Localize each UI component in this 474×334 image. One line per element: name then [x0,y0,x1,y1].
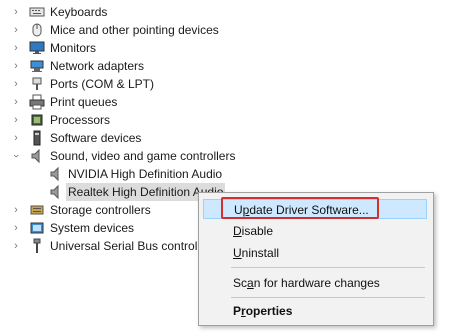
keyboard-icon [29,4,45,20]
chevron-right-icon[interactable]: › [10,39,22,57]
menu-item-label: Disable [233,224,274,238]
tree-item-label: Processors [50,113,111,127]
tree-item-monitors[interactable]: › Monitors [0,39,474,57]
menu-separator [231,267,425,268]
chevron-right-icon[interactable]: › [10,75,22,93]
tree-item-label: Print queues [50,95,118,109]
uninstall-menu-item[interactable]: Uninstall [203,243,427,263]
printer-icon [29,94,45,110]
chevron-right-icon[interactable]: › [10,3,22,21]
tree-item-label: Storage controllers [50,203,151,217]
chevron-right-icon[interactable]: › [10,111,22,129]
chevron-down-icon[interactable]: › [7,150,25,162]
tree-item-label: Software devices [50,131,142,145]
software-device-icon [29,130,45,146]
monitor-icon [29,40,45,56]
storage-controller-icon [29,202,45,218]
port-icon [29,76,45,92]
tree-item-label: NVIDIA High Definition Audio [68,167,223,181]
chevron-right-icon[interactable]: › [10,129,22,147]
tree-item-network-adapters[interactable]: › Network adapters [0,57,474,75]
usb-icon [29,238,45,254]
chevron-right-icon[interactable]: › [10,237,22,255]
tree-item-label: Keyboards [50,5,108,19]
tree-item-keyboards[interactable]: › Keyboards [0,3,474,21]
tree-item-nvidia-audio[interactable]: NVIDIA High Definition Audio [0,165,474,183]
tree-item-label: Monitors [50,41,97,55]
tree-item-label: Ports (COM & LPT) [50,77,155,91]
chevron-right-icon[interactable]: › [10,93,22,111]
tree-item-label: Universal Serial Bus controlle [50,239,207,253]
disable-menu-item[interactable]: Disable [203,221,427,241]
tree-item-label: Sound, video and game controllers [50,149,236,163]
speaker-icon [29,148,45,164]
network-adapter-icon [29,58,45,74]
tree-item-mice[interactable]: › Mice and other pointing devices [0,21,474,39]
processor-icon [29,112,45,128]
tree-item-label: System devices [50,221,135,235]
chevron-right-icon[interactable]: › [10,219,22,237]
tree-item-ports[interactable]: › Ports (COM & LPT) [0,75,474,93]
tree-item-print-queues[interactable]: › Print queues [0,93,474,111]
tree-item-processors[interactable]: › Processors [0,111,474,129]
menu-item-label: Scan for hardware changes [233,276,380,290]
tree-item-label: Network adapters [50,59,145,73]
speaker-icon [48,184,64,200]
chevron-right-icon[interactable]: › [10,201,22,219]
menu-separator [231,297,425,298]
menu-item-label: Uninstall [233,246,280,260]
speaker-icon [48,166,64,182]
chevron-right-icon[interactable]: › [10,57,22,75]
mouse-icon [29,22,45,38]
chevron-right-icon[interactable]: › [10,21,22,39]
tree-item-label: Mice and other pointing devices [50,23,219,37]
highlight-annotation-box [221,197,379,219]
tree-item-software-devices[interactable]: › Software devices [0,129,474,147]
scan-hardware-menu-item[interactable]: Scan for hardware changes [203,273,427,293]
tree-item-sound-video-game[interactable]: › Sound, video and game controllers [0,147,474,165]
menu-item-label: Properties [233,304,293,318]
properties-menu-item[interactable]: Properties [203,301,427,321]
system-device-icon [29,220,45,236]
